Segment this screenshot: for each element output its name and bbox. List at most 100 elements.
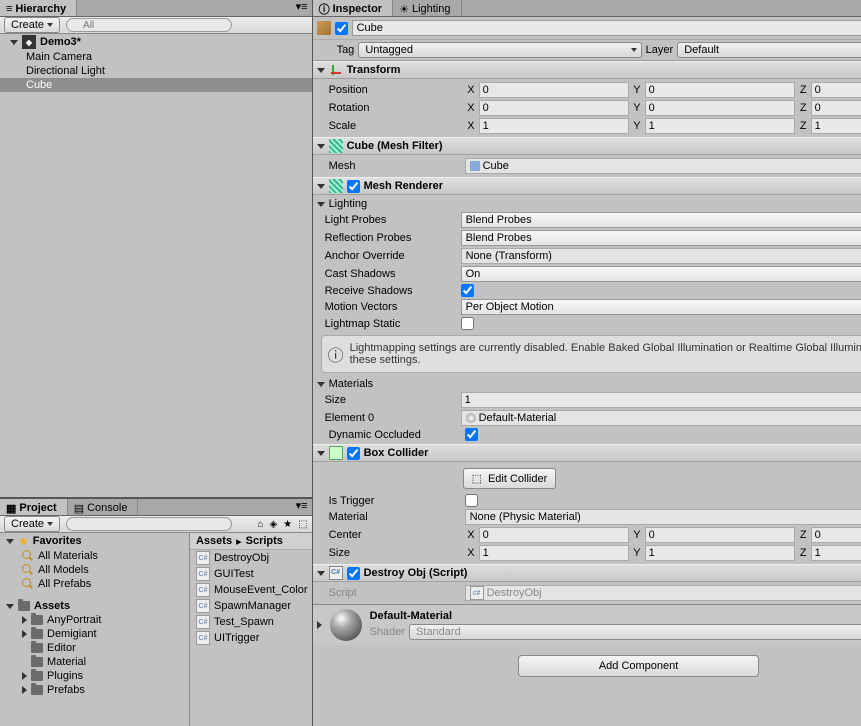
tab-options-icon[interactable]: ▾≡ (292, 499, 312, 515)
filter-icon[interactable]: ⌂ (257, 519, 263, 530)
istrigger-checkbox[interactable] (465, 494, 478, 507)
edit-collider-button[interactable]: ⬚Edit Collider (463, 468, 557, 489)
gameobject-active-checkbox[interactable] (335, 22, 348, 35)
tab-lighting[interactable]: ☀ Lighting (393, 0, 461, 16)
foldout-arrow-icon[interactable] (22, 672, 27, 680)
foldout-arrow-icon[interactable] (317, 621, 322, 629)
transform-header[interactable]: Transform ? ↻ (313, 61, 861, 79)
scale-x-input[interactable] (479, 118, 629, 134)
fav-all-prefabs[interactable]: All Prefabs (0, 577, 189, 591)
breadcrumb-assets[interactable]: Assets (196, 535, 232, 547)
lightprobes-select[interactable]: Blend Probes (461, 212, 861, 228)
foldout-arrow-icon[interactable] (22, 616, 27, 624)
add-component-button[interactable]: Add Component (518, 655, 760, 677)
csharp-icon: C# (196, 551, 210, 565)
tab-inspector[interactable]: ⓘ Inspector (313, 0, 394, 16)
foldout-arrow-icon[interactable] (6, 604, 14, 609)
script-item[interactable]: C#GUITest (190, 566, 312, 582)
assets-header[interactable]: Assets (0, 599, 189, 613)
asset-folder[interactable]: Material (0, 655, 189, 669)
gameobject-icon[interactable] (317, 21, 331, 35)
mesh-field[interactable]: Cube (465, 158, 861, 174)
materials-foldout[interactable]: Materials (313, 377, 861, 391)
anchoroverride-field[interactable]: None (Transform) (461, 248, 861, 264)
lightmapstatic-checkbox[interactable] (461, 317, 474, 330)
rotation-z-input[interactable] (811, 100, 861, 116)
scale-z-input[interactable] (811, 118, 861, 134)
save-icon[interactable]: ⬚ (298, 519, 307, 530)
foldout-arrow-icon[interactable] (22, 686, 27, 694)
script-item[interactable]: C#Test_Spawn (190, 614, 312, 630)
destroyscript-header[interactable]: C# Destroy Obj (Script) ?↻ (313, 564, 861, 582)
boxcollider-enabled-checkbox[interactable] (347, 447, 360, 460)
collider-size-z-input[interactable] (811, 545, 861, 561)
fav-all-materials[interactable]: All Materials (0, 549, 189, 563)
foldout-arrow-icon[interactable] (317, 184, 325, 189)
script-item[interactable]: C#SpawnManager (190, 598, 312, 614)
hierarchy-item-directional-light[interactable]: Directional Light (0, 64, 312, 78)
asset-folder[interactable]: Demigiant (0, 627, 189, 641)
asset-folder[interactable]: Prefabs (0, 683, 189, 697)
tab-project[interactable]: ▦ Project (0, 499, 68, 515)
receiveshadows-checkbox[interactable] (461, 284, 474, 297)
asset-folder[interactable]: Plugins (0, 669, 189, 683)
asset-folder[interactable]: AnyPortrait (0, 613, 189, 627)
reflectionprobes-select[interactable]: Blend Probes (461, 230, 861, 246)
hierarchy-search-input[interactable] (66, 18, 232, 32)
foldout-arrow-icon[interactable] (317, 68, 325, 73)
shader-select[interactable]: Standard (409, 624, 861, 640)
boxcollider-header[interactable]: Box Collider ?↻ (313, 444, 861, 462)
element0-field[interactable]: Default-Material (461, 410, 861, 426)
collider-size-y-input[interactable] (645, 545, 795, 561)
rotation-x-input[interactable] (479, 100, 629, 116)
meshfilter-header[interactable]: Cube (Mesh Filter) ?↻ (313, 137, 861, 155)
hierarchy-item-main-camera[interactable]: Main Camera (0, 50, 312, 64)
rotation-y-input[interactable] (645, 100, 795, 116)
breadcrumb-scripts[interactable]: Scripts (246, 535, 283, 547)
hierarchy-scene[interactable]: ◈ Demo3* (0, 34, 312, 50)
meshrenderer-enabled-checkbox[interactable] (347, 180, 360, 193)
center-z-input[interactable] (811, 527, 861, 543)
collider-material-field[interactable]: None (Physic Material) (465, 509, 861, 525)
project-tree: ★ Favorites All Materials All Models All… (0, 533, 190, 726)
collider-size-x-input[interactable] (479, 545, 629, 561)
asset-folder[interactable]: Editor (0, 641, 189, 655)
tab-options-icon[interactable]: ▾≡ (292, 0, 312, 16)
create-button[interactable]: Create (4, 17, 60, 33)
foldout-arrow-icon[interactable] (22, 630, 27, 638)
filter-icon[interactable]: ◈ (269, 519, 277, 530)
position-y-input[interactable] (645, 82, 795, 98)
script-item[interactable]: C#UITrigger (190, 630, 312, 646)
materials-size-input[interactable] (461, 392, 861, 408)
position-z-input[interactable] (811, 82, 861, 98)
meshrenderer-header[interactable]: Mesh Renderer ?↻ (313, 177, 861, 195)
destroyscript-enabled-checkbox[interactable] (347, 567, 360, 580)
script-item[interactable]: C#MouseEvent_Color (190, 582, 312, 598)
fav-all-models[interactable]: All Models (0, 563, 189, 577)
castshadows-select[interactable]: On (461, 266, 861, 282)
dynamicoccluded-checkbox[interactable] (465, 428, 478, 441)
tag-select[interactable]: Untagged (358, 42, 641, 58)
script-item[interactable]: C#DestroyObj (190, 550, 312, 566)
favorites-header[interactable]: ★ Favorites (0, 533, 189, 549)
lighting-foldout[interactable]: Lighting (313, 197, 861, 211)
center-y-input[interactable] (645, 527, 795, 543)
tab-hierarchy[interactable]: ≡ Hierarchy (0, 0, 77, 16)
hierarchy-item-cube[interactable]: Cube (0, 78, 312, 92)
tab-console[interactable]: ▤ Console (68, 499, 139, 515)
filter-icon[interactable]: ★ (283, 519, 292, 530)
position-x-input[interactable] (479, 82, 629, 98)
project-toolbar: Create 🔍 ⌂ ◈ ★ ⬚ (0, 516, 312, 533)
scale-y-input[interactable] (645, 118, 795, 134)
foldout-arrow-icon[interactable] (6, 539, 14, 544)
layer-select[interactable]: Default (677, 42, 861, 58)
motionvectors-select[interactable]: Per Object Motion (461, 299, 861, 315)
foldout-arrow-icon[interactable] (10, 40, 18, 45)
foldout-arrow-icon[interactable] (317, 451, 325, 456)
center-x-input[interactable] (479, 527, 629, 543)
foldout-arrow-icon[interactable] (317, 571, 325, 576)
project-create-button[interactable]: Create (4, 516, 60, 532)
foldout-arrow-icon[interactable] (317, 144, 325, 149)
gameobject-name-input[interactable] (352, 20, 861, 36)
project-search-input[interactable] (66, 517, 232, 531)
